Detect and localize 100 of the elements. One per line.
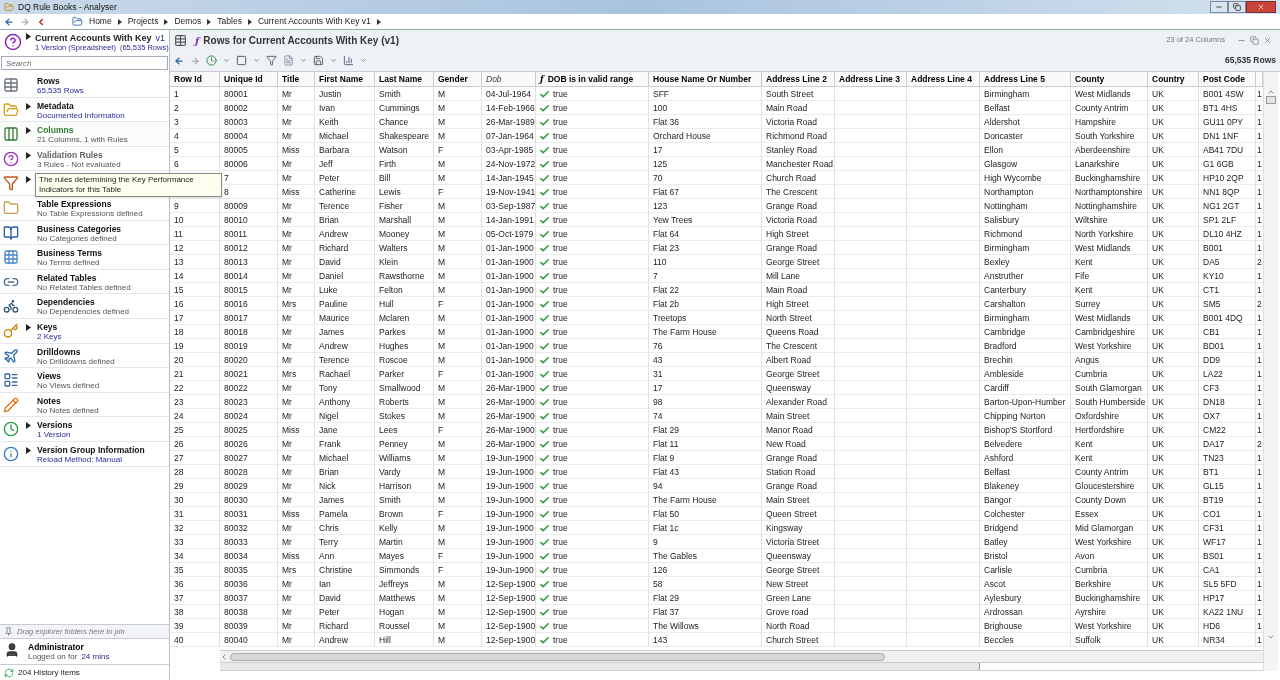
table-cell-text: 1 (1256, 620, 1263, 633)
nav-item[interactable]: Related Tables No Related Tables defined (0, 269, 169, 295)
expand-triangle-icon[interactable] (25, 102, 31, 110)
back-icon[interactable] (4, 16, 14, 27)
table-cell: 110 (649, 255, 762, 269)
table-cell: 39 (170, 619, 220, 633)
table-cell: NR34 (1199, 633, 1256, 647)
column-header[interactable]: County (1071, 72, 1148, 86)
table-cell: Main Road (762, 101, 835, 115)
expand-triangle-icon[interactable] (25, 446, 31, 454)
close-button[interactable] (1246, 1, 1276, 13)
table-cell: Cardiff (980, 381, 1071, 395)
restore-icon[interactable] (1250, 35, 1259, 45)
column-header[interactable]: House Name Or Number (649, 72, 762, 86)
column-header[interactable]: Country (1148, 72, 1199, 86)
nav-item[interactable]: Drilldowns No Drilldowns defined (0, 343, 169, 369)
column-header[interactable]: Unique Id (220, 72, 278, 86)
table-cell: Canterbury (980, 283, 1071, 297)
column-header[interactable]: Gender (434, 72, 482, 86)
nav-item[interactable]: Dependencies No Dependencies defined (0, 294, 169, 319)
table-cell-text: 1 (1256, 242, 1263, 255)
dropdown-icon[interactable] (300, 57, 307, 64)
nav-item[interactable]: Rows 65,535 Rows (0, 73, 169, 98)
forward-icon[interactable] (20, 16, 30, 27)
column-header[interactable]: Dob (482, 72, 536, 86)
table-cell: M (434, 171, 482, 185)
scroll-thumb[interactable] (1266, 96, 1276, 104)
column-header[interactable]: ƒ DOB is in valid range (536, 72, 649, 86)
nav-item[interactable]: Versions 1 Version (0, 417, 169, 442)
table-cell: West Midlands (1071, 241, 1148, 255)
nav-item[interactable]: Version Group Information Reload Method: Manual (0, 441, 169, 467)
breadcrumb-link[interactable]: Demos (174, 15, 202, 28)
search-field[interactable]: Search (1, 56, 168, 70)
dropdown-icon[interactable] (360, 57, 367, 64)
column-header[interactable]: Address Line 3 (835, 72, 907, 86)
table-cell: 14-Jan-1945 (482, 171, 536, 185)
forward-icon[interactable] (190, 55, 200, 66)
cell-value: true (553, 494, 568, 507)
expand-triangle-icon[interactable] (25, 323, 31, 331)
close-icon[interactable] (1263, 35, 1272, 45)
table-cell: UK (1148, 619, 1199, 633)
back-icon[interactable] (174, 55, 184, 66)
scroll-thumb[interactable] (230, 652, 885, 661)
column-header[interactable]: Address Line 2 (762, 72, 835, 86)
history-back-icon[interactable] (36, 16, 46, 27)
dropdown-icon[interactable] (223, 57, 230, 64)
table-cell: West Midlands (1071, 87, 1148, 101)
nav-item[interactable]: Views No Views defined (0, 368, 169, 393)
nav-item[interactable]: Business Categories No Categories defined (0, 220, 169, 246)
square-icon[interactable] (236, 55, 247, 66)
collapse-triangle-icon[interactable] (26, 33, 31, 40)
cell-value: true (553, 522, 568, 535)
table-cell: Glasgow (980, 157, 1071, 171)
minimize-button[interactable] (1210, 1, 1228, 13)
column-header[interactable]: Title (278, 72, 315, 86)
table-cell: 01-Jan-1900 (482, 367, 536, 381)
column-header[interactable]: Row Id (170, 72, 220, 86)
expand-triangle-icon[interactable] (25, 176, 31, 184)
column-header[interactable]: Address Line 5 (980, 72, 1071, 86)
dropdown-icon[interactable] (330, 57, 337, 64)
clock-icon[interactable] (206, 55, 217, 66)
dropdown-icon[interactable] (253, 57, 260, 64)
filter-icon[interactable] (266, 55, 277, 66)
horizontal-scrollbar[interactable] (220, 650, 1263, 663)
breadcrumb-link[interactable]: Tables (217, 15, 242, 28)
document-icon[interactable] (283, 55, 294, 66)
expand-triangle-icon[interactable] (25, 422, 31, 430)
nav-item[interactable]: Business Terms No Terms defined (0, 245, 169, 270)
expand-triangle-icon[interactable] (25, 127, 31, 135)
breadcrumb-link[interactable]: Projects (127, 15, 159, 28)
table-cell: UK (1148, 87, 1199, 101)
breadcrumb-link[interactable]: Current Accounts With Key v1 (257, 15, 371, 28)
table-cell-text: 1 (1256, 634, 1263, 647)
scroll-down-icon[interactable] (1267, 633, 1275, 641)
table-cell: Maurice (315, 311, 375, 325)
history-count[interactable]: 204 History items (18, 666, 80, 679)
nav-item[interactable]: Columns 21 Columns, 1 with Rules (0, 122, 169, 147)
table-cell: M (434, 213, 482, 227)
column-header[interactable]: Post Code (1199, 72, 1256, 86)
table-cell: Flat 23 (649, 241, 762, 255)
table-cell-text: 1 (1256, 480, 1263, 493)
nav-item-subtitle: No Drilldowns defined (37, 356, 115, 367)
nav-item[interactable]: Notes No Notes defined (0, 392, 169, 418)
column-header[interactable]: First Name (315, 72, 375, 86)
nav-item[interactable]: Keys 2 Keys (0, 318, 169, 344)
table-cell: 7 (649, 269, 762, 283)
table-cell: 80040 (220, 633, 278, 647)
nav-item[interactable]: Validation Rules 3 Rules - Not evaluated (0, 146, 169, 172)
column-header[interactable]: Last Name (375, 72, 434, 86)
scroll-up-icon[interactable] (1267, 88, 1275, 96)
maximize-button[interactable] (1228, 1, 1246, 13)
table-cell: Surrey (1071, 297, 1148, 311)
scrollbar-track[interactable] (220, 663, 980, 670)
save-icon[interactable] (313, 55, 324, 66)
expand-triangle-icon[interactable] (25, 151, 31, 159)
column-header[interactable]: Address Line 4 (907, 72, 980, 86)
chart-icon[interactable] (343, 55, 354, 66)
scroll-left-icon[interactable] (220, 652, 228, 661)
breadcrumb-link[interactable]: Home (89, 15, 112, 28)
table-cell: M (434, 451, 482, 465)
